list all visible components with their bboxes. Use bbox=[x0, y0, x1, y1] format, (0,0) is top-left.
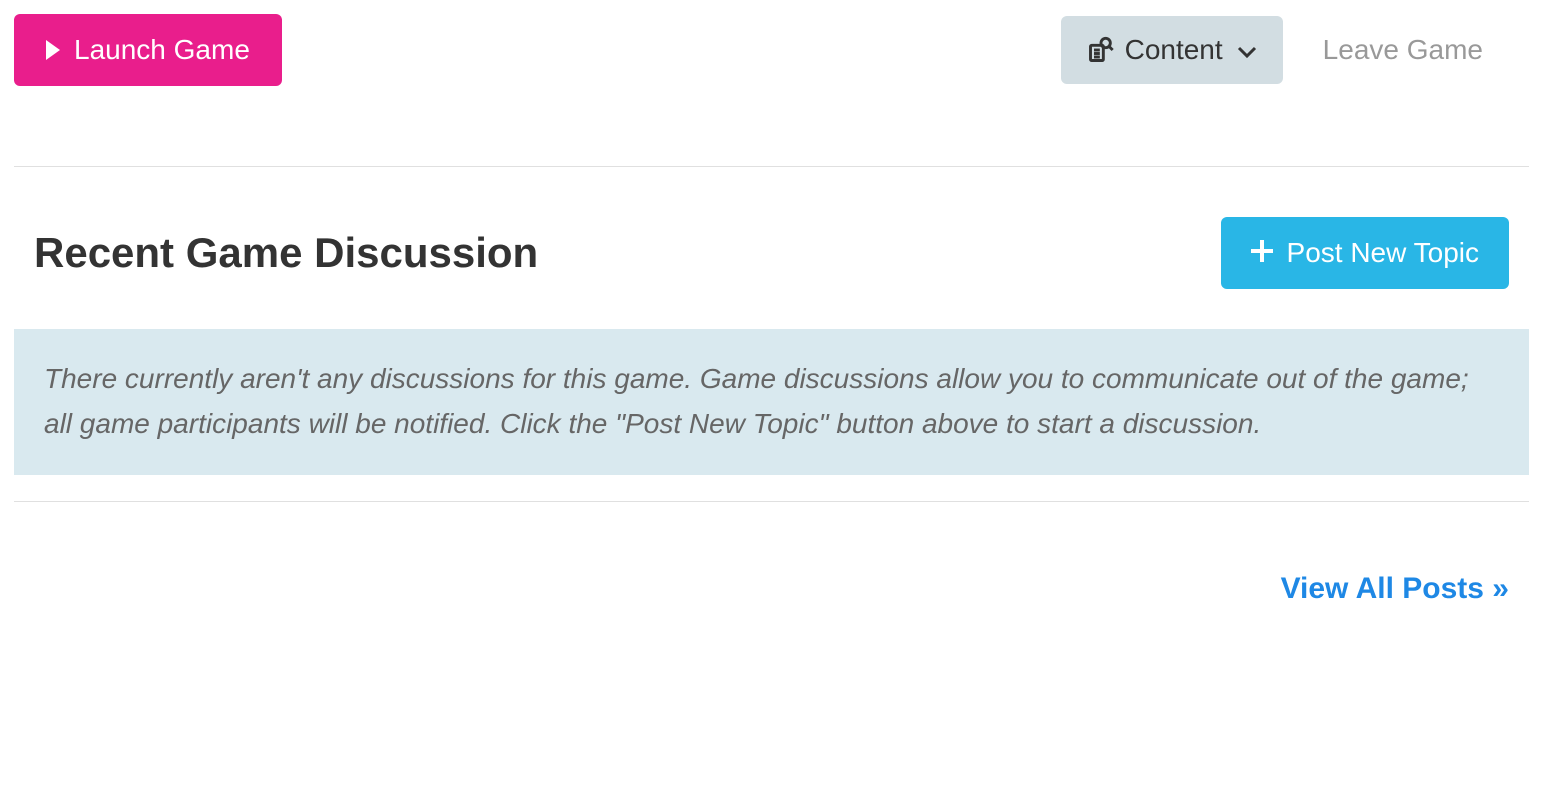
top-right-controls: Content Leave Game bbox=[1061, 16, 1529, 84]
leave-game-link[interactable]: Leave Game bbox=[1323, 34, 1483, 66]
empty-discussion-message: There currently aren't any discussions f… bbox=[14, 329, 1529, 475]
launch-game-button[interactable]: Launch Game bbox=[14, 14, 282, 86]
play-icon bbox=[46, 40, 60, 60]
top-bar: Launch Game Content bbox=[14, 14, 1529, 166]
content-icon bbox=[1087, 36, 1115, 64]
view-all-posts-label: View All Posts » bbox=[1281, 572, 1509, 605]
launch-game-label: Launch Game bbox=[74, 34, 250, 66]
chevron-down-icon bbox=[1237, 34, 1257, 66]
content-dropdown-button[interactable]: Content bbox=[1061, 16, 1283, 84]
content-dropdown-label: Content bbox=[1125, 34, 1223, 66]
footer-section: View All Posts » bbox=[14, 502, 1529, 606]
leave-game-label: Leave Game bbox=[1323, 34, 1483, 65]
plus-icon bbox=[1251, 237, 1273, 269]
post-new-topic-label: Post New Topic bbox=[1287, 237, 1479, 269]
post-new-topic-button[interactable]: Post New Topic bbox=[1221, 217, 1509, 289]
view-all-posts-link[interactable]: View All Posts » bbox=[1281, 572, 1509, 606]
discussion-header: Recent Game Discussion Post New Topic bbox=[14, 167, 1529, 329]
discussion-title: Recent Game Discussion bbox=[34, 229, 538, 277]
